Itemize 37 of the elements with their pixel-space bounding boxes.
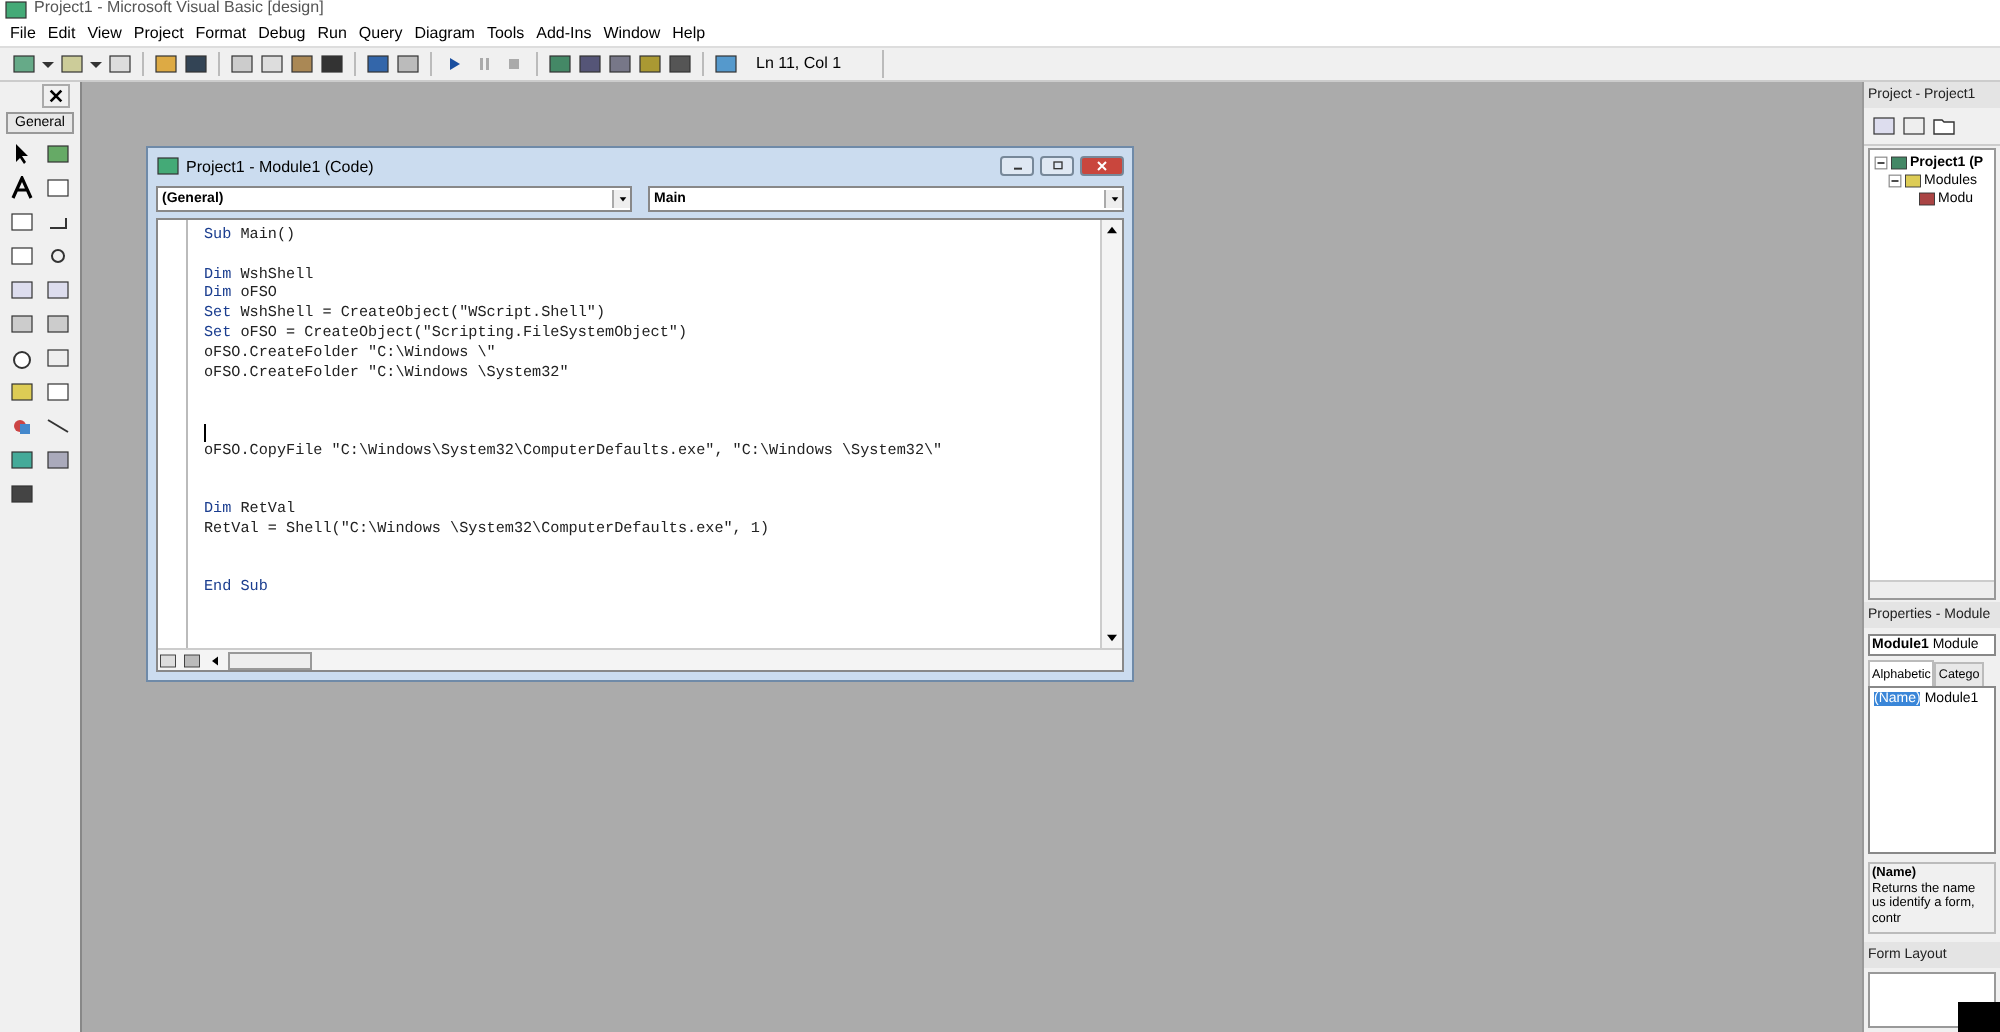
menu-item[interactable]: Help — [666, 24, 712, 42]
shape-icon[interactable] — [10, 414, 34, 438]
horizontal-scrollbar[interactable] — [158, 648, 1122, 670]
menu-item[interactable]: Format — [189, 24, 253, 42]
option-button-icon[interactable] — [46, 244, 70, 268]
close-icon — [48, 88, 64, 104]
menu-item[interactable]: Add-Ins — [530, 24, 598, 42]
cursor-position-text: Ln 11, Col 1 — [752, 50, 884, 78]
menu-item[interactable]: Diagram — [408, 24, 481, 42]
menu-item[interactable]: Project — [127, 24, 190, 42]
caret-icon — [1109, 194, 1119, 204]
menu-item[interactable]: File — [4, 24, 42, 42]
maximize-icon — [1049, 158, 1065, 174]
close-icon — [1094, 158, 1110, 174]
menu-item[interactable]: Query — [352, 24, 409, 42]
line-icon[interactable] — [46, 414, 70, 438]
menu-item[interactable]: Run — [311, 24, 353, 42]
close-button[interactable] — [42, 84, 70, 108]
expand-toggle-icon[interactable] — [1874, 156, 1888, 170]
menu-item[interactable]: View — [81, 24, 128, 42]
scrollbar-thumb[interactable] — [228, 651, 312, 669]
text-cursor — [204, 423, 206, 442]
vertical-scrollbar[interactable] — [1100, 220, 1122, 648]
label-icon[interactable] — [10, 176, 34, 200]
caret-icon — [617, 194, 627, 204]
horizontal-scrollbar[interactable] — [1870, 580, 1994, 598]
window-title: Project1 - Microsoft Visual Basic [design] — [34, 0, 324, 15]
menu-item[interactable]: Tools — [480, 24, 531, 42]
menu-item[interactable]: Debug — [252, 24, 312, 42]
toggle-folders-icon[interactable] — [1932, 114, 1956, 138]
menu-item[interactable]: Edit — [41, 24, 82, 42]
expand-toggle-icon[interactable] — [1888, 174, 1902, 188]
maximize-button[interactable] — [1040, 156, 1074, 176]
minimize-button[interactable] — [1000, 156, 1034, 176]
code-window-title: Project1 - Module1 (Code) — [186, 157, 376, 175]
menu-item[interactable]: Window — [597, 24, 667, 42]
pointer-icon[interactable] — [10, 142, 34, 166]
